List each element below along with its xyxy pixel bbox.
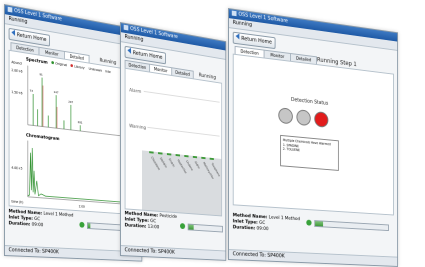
run-indicator-icon — [306, 219, 312, 226]
status-light-3 — [314, 111, 329, 128]
legend-unknown: Unknown — [89, 67, 102, 73]
duration-label: Duration: — [8, 221, 31, 228]
alarm-message-box: Multiple Chemicals Have Alarmed 1. SPADI… — [280, 134, 339, 171]
alarm-line — [144, 91, 220, 102]
warning-label: Warning — [129, 123, 146, 131]
screenshot-stage: OSS Level 1 Software Running Return Home… — [0, 0, 425, 267]
method-info: Method Name: Level 1 Method Inlet Type: … — [9, 209, 74, 231]
back-arrow-icon — [127, 47, 132, 54]
x-axis-label: time (h) — [11, 199, 23, 204]
method-name-value: Pesticide — [159, 213, 178, 220]
app-logo-icon — [231, 10, 237, 17]
status-light-1 — [278, 107, 293, 125]
progress-fill — [315, 221, 323, 227]
app-logo-icon — [7, 6, 13, 13]
detailed-charts: Spectrum Original Library Unknown Inte A… — [11, 56, 138, 209]
method-info: Method Name: Level 1 Method Inlet Type: … — [233, 213, 300, 235]
monitor-chart: Alarm Warning ChlordaneDieldrin Endrin Hep… — [129, 87, 222, 216]
method-info: Method Name: Pesticide Inlet Type: GC Du… — [125, 211, 177, 232]
legend-original-icon — [51, 60, 54, 65]
peak-label-4: 281 — [78, 120, 83, 125]
y-axis-label: Abund — [11, 60, 21, 66]
detection-status-title: Detection Status — [291, 96, 329, 107]
back-arrow-icon — [235, 33, 240, 40]
legend-library-icon — [70, 63, 73, 68]
legend-library: Library — [74, 64, 84, 70]
duration-label: Duration: — [124, 223, 147, 230]
run-progress-bar — [314, 220, 389, 232]
chromatogram-trace — [28, 147, 134, 203]
monitor-panel: Alarm Warning Chlordane Dieldrin Endrin Hep… — [124, 67, 223, 217]
warning-line — [147, 127, 219, 136]
inlet-type-value: GC — [34, 216, 41, 223]
progress-fill — [188, 224, 194, 230]
spectrum-title: Spectrum — [26, 56, 48, 66]
window-monitor: OSS Level 1 Software Running Return Home… — [120, 22, 227, 261]
alarm-label: Alarm — [129, 87, 141, 95]
inlet-type-value: GC — [150, 219, 157, 225]
y-tick-1: 1.5E+6 — [11, 90, 22, 96]
return-home-label: Return Home — [16, 32, 47, 44]
legend-inte: Inte — [105, 69, 111, 74]
run-indicator-icon — [79, 221, 85, 228]
duration-label: Duration: — [232, 225, 256, 232]
return-home-label: Return Home — [241, 35, 272, 46]
detailed-panel: Spectrum Original Library Unknown Inte A… — [8, 49, 139, 216]
app-logo-icon — [123, 24, 129, 31]
legend-original: Original — [55, 61, 67, 67]
detection-panel: Detection Status Multiple Chemicals Have… — [232, 53, 394, 216]
peak-label-3: 207 — [68, 100, 73, 105]
peak-label-0: 73 — [30, 88, 34, 93]
x-tick-0: 1:00 — [79, 204, 85, 208]
back-arrow-icon — [11, 29, 16, 36]
inlet-type-value: GC — [259, 220, 266, 227]
chromatogram-title: Chromatogram — [26, 132, 60, 142]
connection-status: Connected To: SP400K — [228, 249, 398, 266]
method-name-value: Level 1 Method — [43, 211, 74, 219]
run-indicator-icon — [179, 223, 186, 230]
peak-label-1: 91 — [39, 72, 43, 77]
method-name-value: Level 1 Method — [268, 215, 301, 223]
y-tick-0: 2.0E+6 — [11, 68, 22, 74]
duration-value: 13:00 — [147, 224, 160, 231]
duration-value: 09:00 — [256, 226, 269, 233]
run-progress-bar — [187, 223, 223, 233]
y-tick-2: 4.0E+5 — [11, 166, 22, 171]
peak-label-2: 147 — [54, 90, 59, 95]
status-light-2 — [296, 109, 311, 127]
window-detection: OSS Level 1 Software Running Return Home… — [228, 8, 398, 267]
return-home-label: Return Home — [132, 50, 163, 61]
progress-fill — [87, 223, 91, 229]
duration-value: 09:00 — [31, 222, 44, 229]
